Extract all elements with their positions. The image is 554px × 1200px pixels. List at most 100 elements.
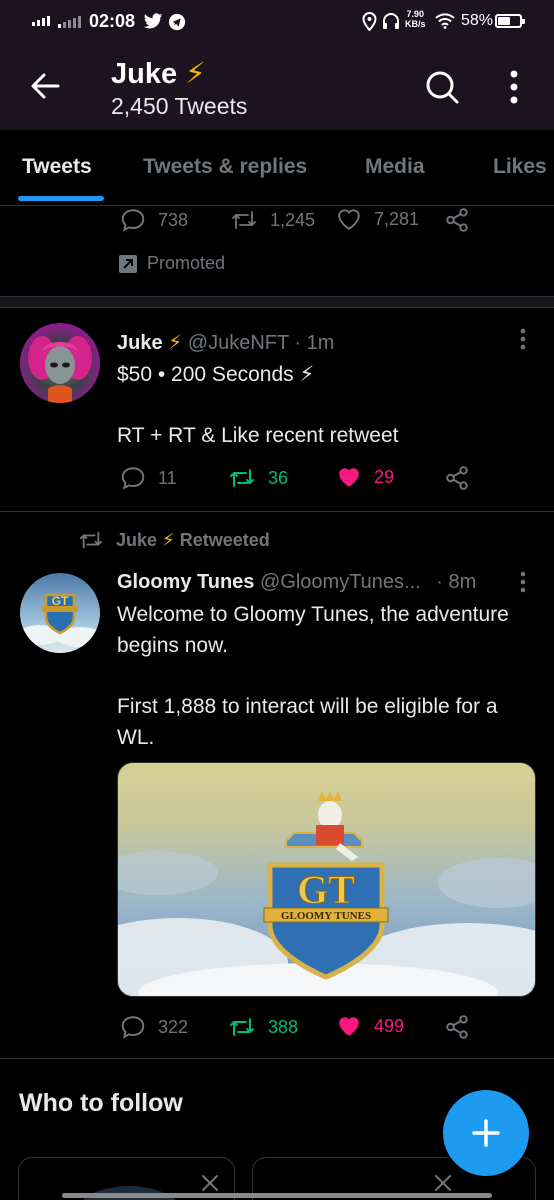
lightning-emoji: ⚡	[185, 58, 206, 90]
status-time: 02:08	[89, 11, 136, 31]
share-icon[interactable]	[444, 1014, 470, 1040]
network-speed-value: 7.90	[406, 9, 425, 19]
retweet-icon	[230, 469, 254, 487]
avatar[interactable]	[20, 323, 100, 403]
tweet-author-name[interactable]: Juke	[117, 332, 163, 354]
like-count: 7,281	[374, 208, 420, 229]
retweeted-label: Retweeted	[179, 529, 270, 550]
retweet-icon	[80, 531, 103, 549]
reply-icon	[121, 209, 145, 232]
gesture-bar	[62, 1193, 492, 1198]
active-tab-indicator	[18, 196, 104, 201]
tweet-separator	[0, 511, 554, 512]
tweet-text-line1: $50 • 200 Seconds ⚡	[117, 363, 315, 386]
heart-outline-icon	[338, 209, 360, 230]
battery-percent: 58%	[461, 12, 494, 29]
battery-icon	[495, 14, 525, 28]
retweeter-name[interactable]: Juke	[116, 530, 157, 551]
retweet-button[interactable]: 36	[228, 465, 288, 491]
section-divider	[0, 296, 554, 308]
search-icon[interactable]	[424, 69, 460, 105]
retweet-count: 1,245	[270, 209, 316, 230]
headphones-icon	[383, 13, 399, 29]
like-count: 29	[374, 466, 395, 487]
status-bar: 02:08 7.90 KB/s 58%	[0, 0, 554, 44]
tweet-media-image[interactable]: GLOOMY TUNES GT	[117, 762, 536, 997]
gloomy-tunes-logo-letters: GT	[52, 594, 69, 608]
tweet-header: Juke ⚡ @JukeNFT · 1m	[117, 330, 334, 355]
reply-count: 11	[158, 467, 177, 488]
location-icon	[362, 12, 377, 31]
tab-tweets-replies[interactable]: Tweets & replies	[143, 155, 307, 179]
dismiss-icon[interactable]	[433, 1173, 453, 1193]
signal-icon	[58, 16, 81, 28]
reply-count: 322	[158, 1016, 189, 1037]
media-illustration: GLOOMY TUNES GT	[118, 791, 535, 996]
tweet-text-paragraph2: First 1,888 to interact will be eligible…	[117, 695, 498, 749]
tweet-count: 2,450 Tweets	[111, 93, 248, 119]
separator-dot: ·	[436, 571, 443, 593]
profile-header: Juke ⚡ 2,450 Tweets	[0, 44, 554, 130]
tweet-author-handle[interactable]: @GloomyTunes...	[260, 571, 421, 593]
avatar[interactable]: GT	[20, 573, 100, 653]
like-button[interactable]: 499	[336, 1014, 404, 1038]
reply-icon	[121, 467, 145, 490]
plus-icon	[472, 1119, 500, 1147]
page-title: Juke ⚡	[111, 56, 206, 91]
heart-filled-icon	[339, 468, 359, 487]
tweet-menu-icon[interactable]	[519, 328, 527, 350]
avatar-image	[28, 336, 92, 403]
gloomy-tunes-logo-icon: GT	[20, 593, 100, 647]
twitter-bird-icon	[143, 13, 163, 29]
profile-name: Juke	[111, 58, 178, 90]
retweet-button[interactable]: 388	[228, 1014, 298, 1040]
reply-button[interactable]: 11	[120, 465, 177, 491]
tab-likes[interactable]: Likes	[493, 155, 547, 179]
tab-tweets[interactable]: Tweets	[22, 155, 92, 179]
like-button[interactable]: 29	[336, 465, 394, 489]
share-icon[interactable]	[444, 207, 470, 233]
tweet-author-name[interactable]: Gloomy Tunes	[117, 571, 254, 593]
lightning-emoji: ⚡	[168, 332, 183, 354]
reply-icon	[121, 1016, 145, 1039]
dismiss-icon[interactable]	[200, 1173, 220, 1193]
tweet-time: 1m	[306, 332, 335, 354]
battery-level-fill	[498, 17, 510, 25]
like-button[interactable]: 7,281	[336, 207, 419, 231]
retweet-context: Juke ⚡ Retweeted	[78, 529, 270, 551]
tweet-text-line2: RT + RT & Like recent retweet	[117, 424, 399, 447]
back-arrow-icon[interactable]	[30, 72, 60, 100]
reply-button[interactable]: 322	[120, 1014, 188, 1040]
network-speed-unit: KB/s	[405, 19, 426, 29]
tweet-menu-icon[interactable]	[519, 571, 527, 593]
tweet-author-handle[interactable]: @JukeNFT	[188, 332, 289, 354]
compose-tweet-button[interactable]	[443, 1090, 529, 1176]
promoted-text: Promoted	[147, 253, 226, 273]
retweet-count: 388	[268, 1016, 299, 1037]
reply-count: 738	[158, 209, 189, 230]
network-speed: 7.90 KB/s	[405, 9, 426, 29]
wifi-icon	[435, 13, 455, 29]
profile-tabs: Tweets Tweets & replies Media Likes	[0, 130, 554, 206]
retweet-count: 36	[268, 467, 289, 488]
tweet-actions: 322 388 499	[0, 1014, 554, 1054]
more-options-icon[interactable]	[508, 70, 520, 104]
who-to-follow-title: Who to follow	[19, 1089, 183, 1117]
heart-filled-icon	[339, 1017, 359, 1036]
media-logo-letters: GT	[297, 867, 355, 912]
section-separator	[0, 1058, 554, 1059]
promoted-arrow-icon	[119, 254, 137, 273]
reply-button[interactable]: 738	[120, 207, 188, 233]
tweet-time: 8m	[448, 571, 477, 593]
retweet-icon	[232, 211, 256, 229]
signal-icon	[32, 16, 50, 26]
tab-media[interactable]: Media	[365, 155, 425, 179]
tweet-text-paragraph1: Welcome to Gloomy Tunes, the adventure b…	[117, 603, 509, 657]
lightning-emoji: ⚡	[162, 529, 175, 550]
share-icon[interactable]	[444, 465, 470, 491]
like-count: 499	[374, 1015, 405, 1036]
retweet-button[interactable]: 1,245	[230, 207, 315, 233]
tweet-actions: 11 36 29	[0, 465, 554, 505]
promo-tweet-actions: 738 1,245 7,281	[0, 207, 554, 247]
tweet-header: Gloomy Tunes @GloomyTunes... · 8m	[117, 571, 511, 594]
